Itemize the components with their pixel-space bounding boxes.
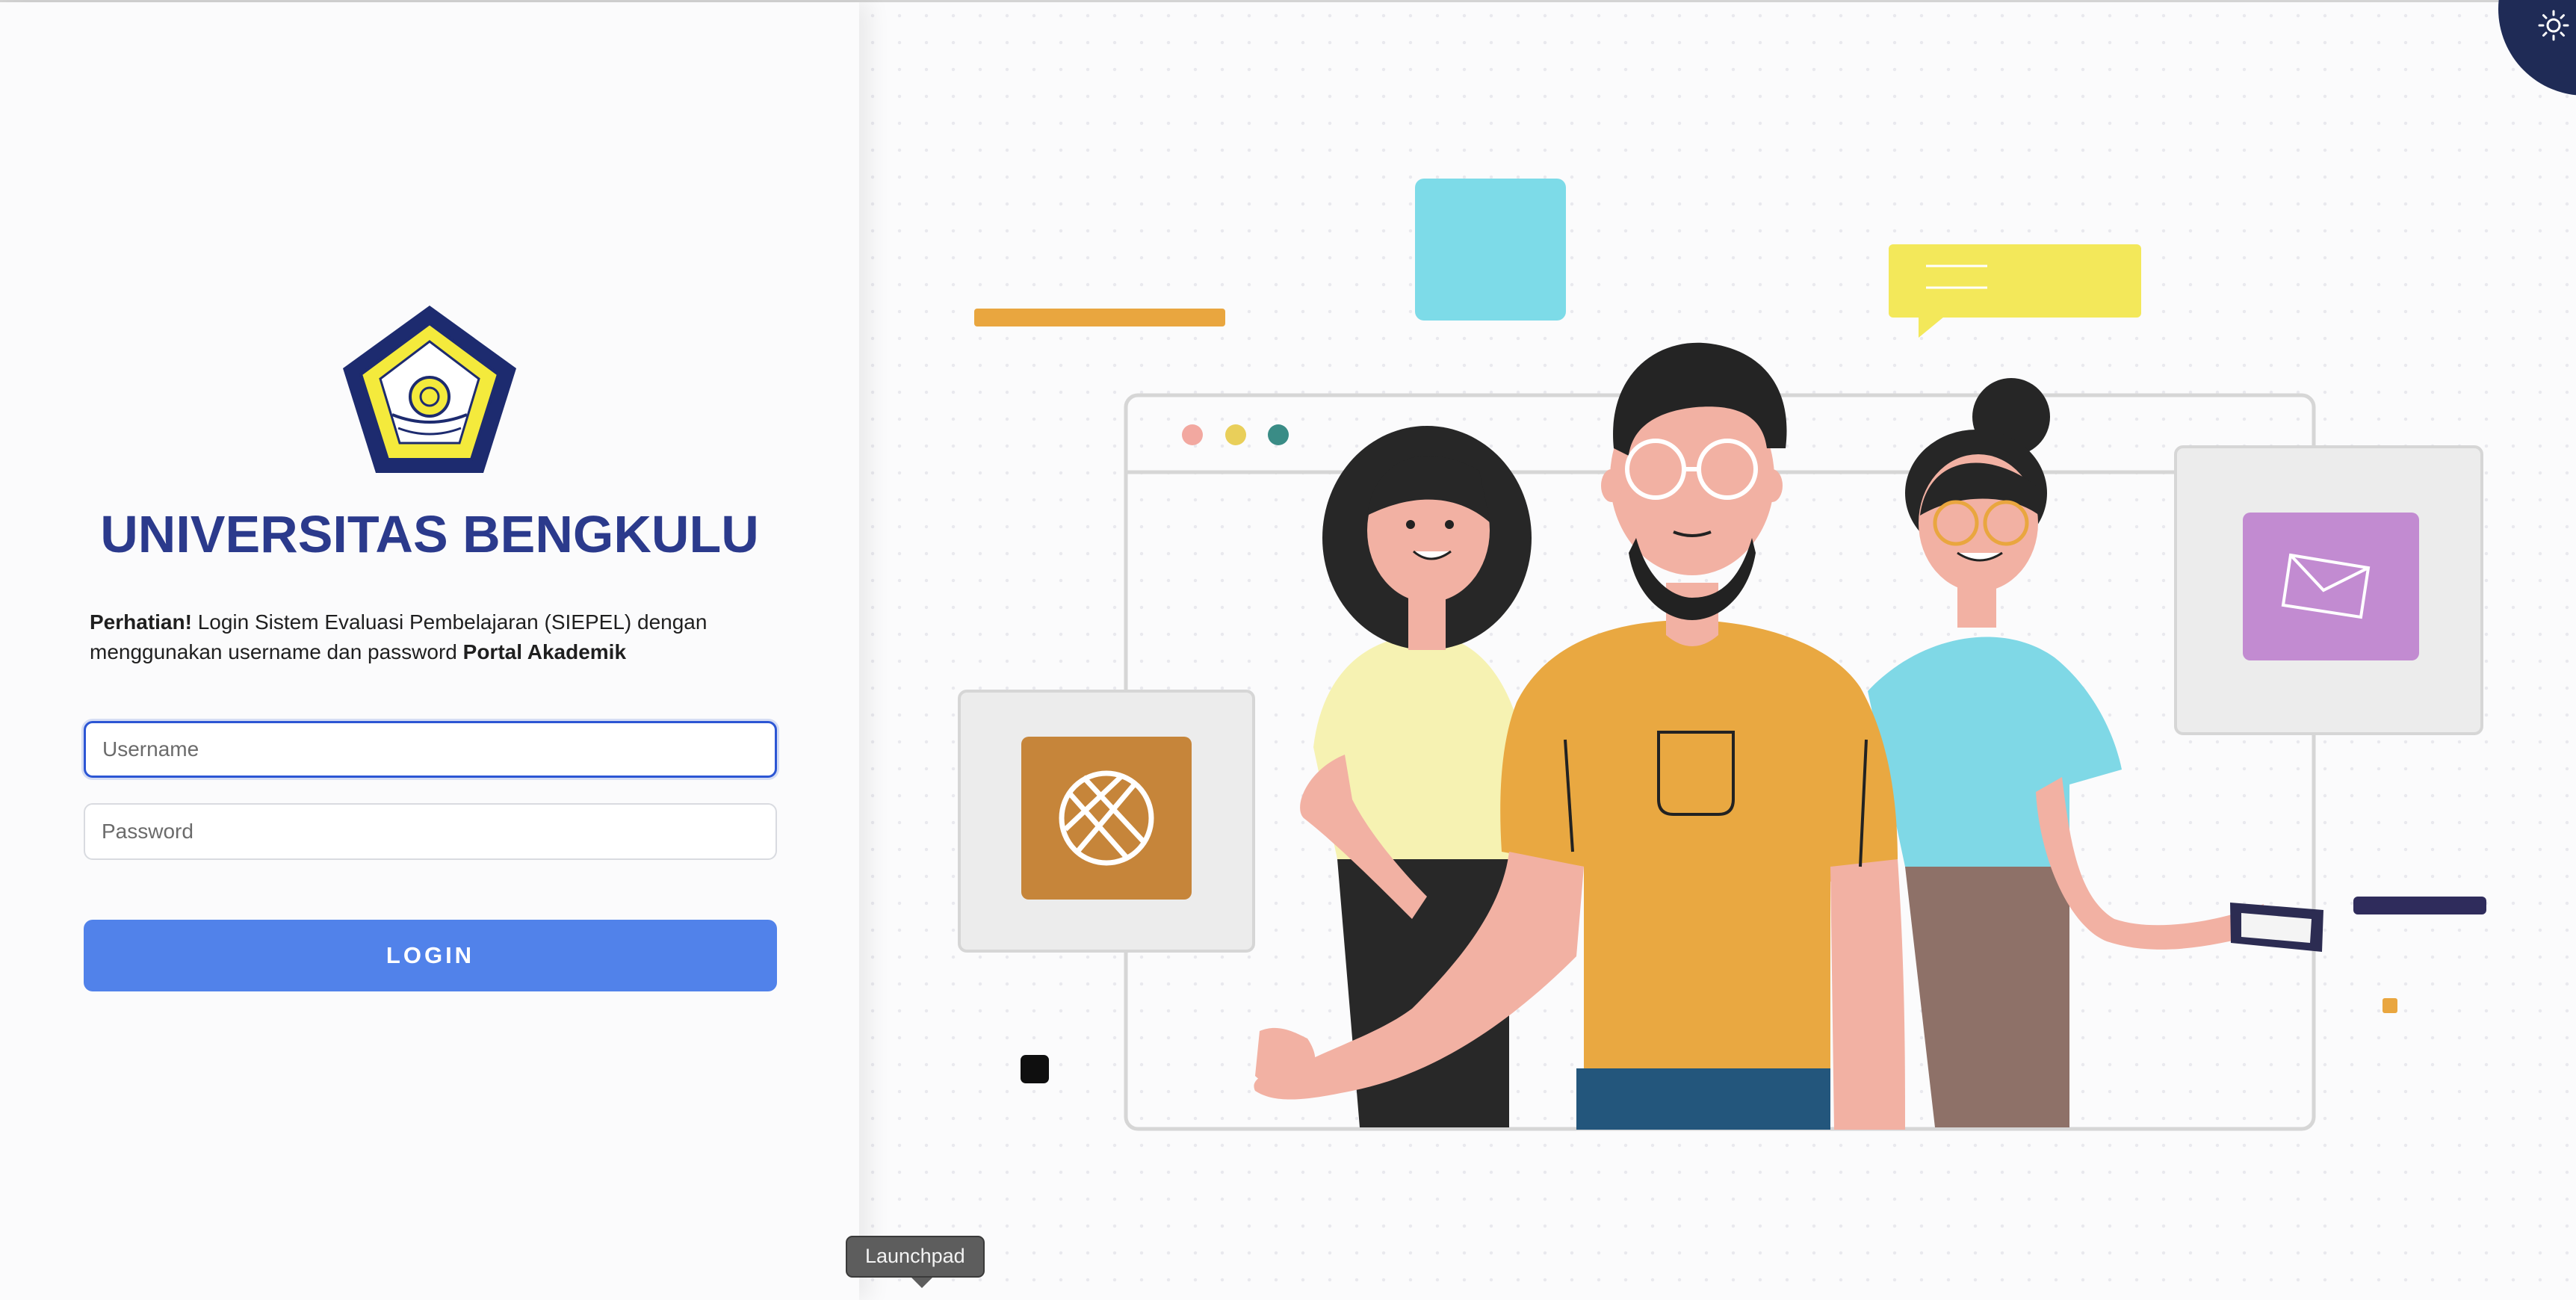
team-illustration (958, 179, 2486, 1131)
launchpad-tooltip: Launchpad (846, 1236, 985, 1288)
notice-lead: Perhatian! (90, 610, 192, 634)
small-orange-square (2383, 998, 2397, 1013)
notice-emphasis: Portal Akademik (462, 640, 627, 663)
orange-bar-decoration (974, 309, 1225, 326)
chat-bubble-decoration (1889, 244, 2141, 338)
phone-illustration (2230, 903, 2323, 952)
mail-card (2174, 445, 2483, 735)
password-input[interactable] (84, 803, 777, 860)
login-notice: Perhatian! Login Sistem Evaluasi Pembela… (90, 607, 777, 667)
sun-icon (2538, 10, 2569, 41)
navy-bar-decoration (2353, 897, 2486, 914)
university-name: UNIVERSITAS BENGKULU (100, 505, 759, 563)
login-panel: UNIVERSITAS BENGKULU Perhatian! Login Si… (0, 2, 859, 1300)
university-logo (343, 306, 516, 473)
login-button[interactable]: LOGIN (84, 920, 777, 991)
globe-card (958, 690, 1255, 953)
small-black-square (1021, 1055, 1049, 1083)
username-input[interactable] (84, 721, 777, 778)
cyan-square-decoration (1415, 179, 1566, 321)
